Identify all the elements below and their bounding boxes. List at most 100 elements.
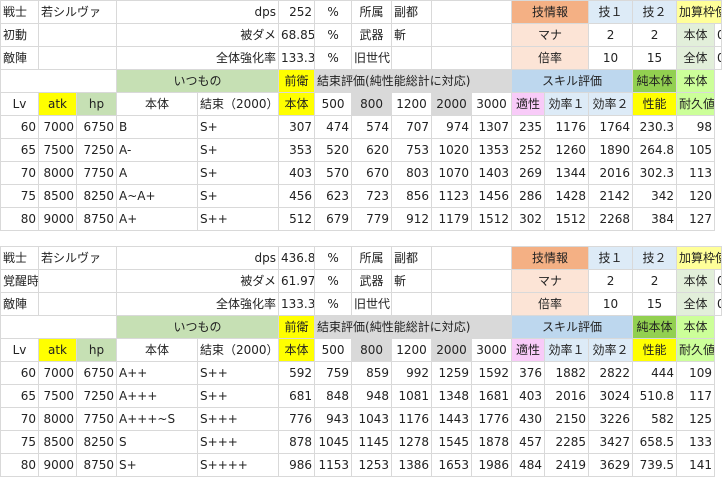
data-cell[interactable]: A~A+ [116, 184, 199, 208]
data-cell[interactable]: 2419 [544, 453, 590, 477]
column-header[interactable]: 800 [351, 92, 393, 116]
data-cell[interactable]: 1123 [431, 184, 473, 208]
data-cell[interactable]: 570 [314, 161, 353, 185]
column-header[interactable]: 結束（2000） [197, 338, 280, 362]
column-header[interactable]: Lv [0, 338, 39, 362]
data-cell[interactable]: 7750 [75, 161, 118, 185]
data-cell[interactable]: 1081 [391, 384, 433, 408]
label-affiliation[interactable]: 所属 [351, 246, 393, 270]
label-skill-info[interactable]: 技情報 [511, 0, 590, 24]
label-stat[interactable]: 全体強化率 [116, 46, 280, 70]
data-cell[interactable]: 681 [278, 384, 316, 408]
blank[interactable] [0, 69, 118, 93]
label-attr[interactable]: 旧世代 [351, 292, 393, 316]
data-cell[interactable]: 1443 [431, 407, 473, 431]
data-cell[interactable]: 723 [351, 184, 393, 208]
group-usual[interactable]: いつもの [116, 315, 280, 339]
data-cell[interactable]: 1020 [431, 138, 473, 162]
data-cell[interactable]: 120 [676, 184, 716, 208]
data-cell[interactable]: 105 [676, 138, 716, 162]
data-cell[interactable]: 1179 [431, 207, 473, 231]
data-cell[interactable]: A++ [116, 361, 199, 385]
data-cell[interactable]: 286 [511, 184, 546, 208]
column-header[interactable]: 適性 [511, 92, 546, 116]
label-stat[interactable]: 被ダメ [116, 269, 280, 293]
value-affiliation[interactable]: 副都 [391, 0, 433, 24]
data-cell[interactable]: 342 [632, 184, 678, 208]
data-cell[interactable]: 307 [278, 115, 316, 139]
data-cell[interactable]: 1278 [391, 430, 433, 454]
group-pure-body[interactable]: 純本体 [632, 69, 678, 93]
data-cell[interactable]: 1456 [471, 184, 513, 208]
data-cell[interactable]: 7250 [75, 384, 118, 408]
group-vanguard[interactable]: 前衛 [278, 315, 316, 339]
data-cell[interactable]: 1045 [314, 430, 353, 454]
data-cell[interactable]: S+++ [197, 430, 280, 454]
data-cell[interactable]: 456 [278, 184, 316, 208]
data-cell[interactable]: 75 [0, 430, 39, 454]
data-cell[interactable]: 1681 [471, 384, 513, 408]
label-slot-usage[interactable]: 加算枠使用率 [676, 246, 722, 270]
data-cell[interactable]: 133 [676, 430, 716, 454]
group-bond-eval[interactable]: 結束評価(純性能総計に対応) [314, 69, 513, 93]
value-affiliation[interactable]: 副都 [391, 246, 433, 270]
data-cell[interactable]: 759 [314, 361, 353, 385]
group-usual[interactable]: いつもの [116, 69, 280, 93]
label-skill-param[interactable]: マナ [511, 23, 590, 47]
data-cell[interactable]: 739.5 [632, 453, 678, 477]
label-unit-name[interactable]: 若シルヴァ [37, 246, 118, 270]
column-header[interactable]: 性能 [632, 92, 678, 116]
data-cell[interactable]: 2016 [588, 161, 634, 185]
data-cell[interactable]: 1986 [471, 453, 513, 477]
column-header[interactable]: atk [38, 338, 77, 362]
data-cell[interactable]: 3226 [588, 407, 634, 431]
data-cell[interactable]: 859 [351, 361, 393, 385]
data-cell[interactable]: 856 [391, 184, 433, 208]
unit-percent[interactable]: % [314, 23, 353, 47]
data-cell[interactable]: 992 [391, 361, 433, 385]
data-cell[interactable]: 302.3 [632, 161, 678, 185]
column-header[interactable]: atk [38, 92, 77, 116]
unit-percent[interactable]: % [314, 46, 353, 70]
column-header[interactable]: 効率２ [588, 92, 634, 116]
data-cell[interactable]: 302 [511, 207, 546, 231]
value-attr[interactable]: 斬 [391, 23, 433, 47]
data-cell[interactable]: 384 [632, 207, 678, 231]
data-cell[interactable]: 2268 [588, 207, 634, 231]
data-cell[interactable]: 1653 [431, 453, 473, 477]
data-cell[interactable]: 8250 [75, 430, 118, 454]
data-cell[interactable]: 8750 [75, 207, 118, 231]
data-cell[interactable]: 2142 [588, 184, 634, 208]
label-skill-2[interactable]: 技２ [632, 0, 678, 24]
value-stat[interactable]: 61.97 [278, 269, 316, 293]
column-header[interactable]: Lv [0, 92, 39, 116]
data-cell[interactable]: 98 [676, 115, 716, 139]
unit-percent[interactable]: % [314, 0, 353, 24]
data-cell[interactable]: 1890 [588, 138, 634, 162]
data-cell[interactable]: 7000 [38, 361, 77, 385]
data-cell[interactable]: 912 [391, 207, 433, 231]
value-dps[interactable]: 436.8 [278, 246, 316, 270]
data-cell[interactable]: 1403 [471, 161, 513, 185]
data-cell[interactable]: S+++ [197, 407, 280, 431]
column-header[interactable]: 1200 [391, 92, 433, 116]
data-cell[interactable]: A+ [116, 207, 199, 231]
group-body[interactable]: 本体 [676, 69, 716, 93]
column-header[interactable]: 本体 [116, 338, 199, 362]
group-vanguard[interactable]: 前衛 [278, 69, 316, 93]
data-cell[interactable]: 376 [511, 361, 546, 385]
data-cell[interactable]: 403 [511, 384, 546, 408]
data-cell[interactable]: 70 [0, 161, 39, 185]
unit-percent[interactable]: % [314, 246, 353, 270]
data-cell[interactable]: 3024 [588, 384, 634, 408]
blank[interactable] [431, 269, 513, 293]
label-slot-usage[interactable]: 加算枠使用率 [676, 0, 722, 24]
data-cell[interactable]: 779 [351, 207, 393, 231]
label-condition[interactable]: 敵陣 [0, 292, 39, 316]
column-header[interactable]: 性能 [632, 338, 678, 362]
data-cell[interactable]: 1153 [314, 453, 353, 477]
blank[interactable] [431, 23, 513, 47]
data-cell[interactable]: 9000 [38, 207, 77, 231]
unit-percent[interactable]: % [314, 292, 353, 316]
data-cell[interactable]: S+ [197, 184, 280, 208]
